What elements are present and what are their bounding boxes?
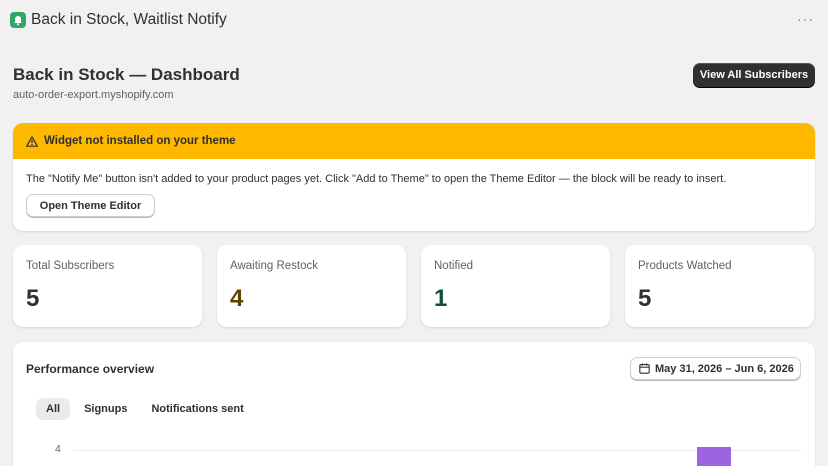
stat-value: 4 <box>230 285 244 312</box>
performance-title: Performance overview <box>26 362 155 376</box>
stat-card-notified: Notified 1 <box>421 245 610 327</box>
y-axis-tick-label: 4 <box>55 443 61 455</box>
stat-value: 5 <box>26 285 40 312</box>
stat-value: 5 <box>638 285 652 312</box>
stat-value: 1 <box>434 285 448 312</box>
banner-title: Widget not installed on your theme <box>44 135 236 147</box>
stat-label: Awaiting Restock <box>230 260 318 272</box>
warning-icon <box>26 135 38 147</box>
stat-label: Products Watched <box>638 260 732 272</box>
stat-label: Total Subscribers <box>26 260 115 272</box>
performance-overview-card: Performance overview May 31, 2026 – Jun … <box>13 342 815 466</box>
more-actions-icon[interactable]: ··· <box>797 11 814 27</box>
chart-filter-tabs: All Signups Notifications sent <box>36 398 254 420</box>
banner-message: The "Notify Me" button isn't added to yo… <box>26 173 727 185</box>
store-domain: auto-order-export.myshopify.com <box>13 89 174 101</box>
page-title: Back in Stock — Dashboard <box>13 65 240 84</box>
date-range-label: May 31, 2026 – Jun 6, 2026 <box>655 362 794 375</box>
tab-all[interactable]: All <box>36 398 71 420</box>
chart-gridline <box>73 450 801 451</box>
date-range-picker[interactable]: May 31, 2026 – Jun 6, 2026 <box>630 357 801 380</box>
calendar-icon <box>639 363 650 374</box>
tab-signups[interactable]: Signups <box>74 398 137 420</box>
app-bell-icon <box>10 12 26 28</box>
app-top-bar: Back in Stock, Waitlist Notify <box>0 0 828 40</box>
app-name: Back in Stock, Waitlist Notify <box>31 11 227 28</box>
stat-label: Notified <box>434 260 473 272</box>
stat-card-total-subscribers: Total Subscribers 5 <box>13 245 202 327</box>
chart-bar <box>697 447 731 466</box>
stat-card-products-watched: Products Watched 5 <box>625 245 814 327</box>
stat-card-awaiting-restock: Awaiting Restock 4 <box>217 245 406 327</box>
banner-header: Widget not installed on your theme <box>13 123 815 159</box>
open-theme-editor-button[interactable]: Open Theme Editor <box>26 194 155 217</box>
view-all-subscribers-button[interactable]: View All Subscribers <box>693 63 815 87</box>
widget-warning-banner: Widget not installed on your theme The "… <box>13 123 815 231</box>
tab-notifications-sent[interactable]: Notifications sent <box>141 398 253 420</box>
